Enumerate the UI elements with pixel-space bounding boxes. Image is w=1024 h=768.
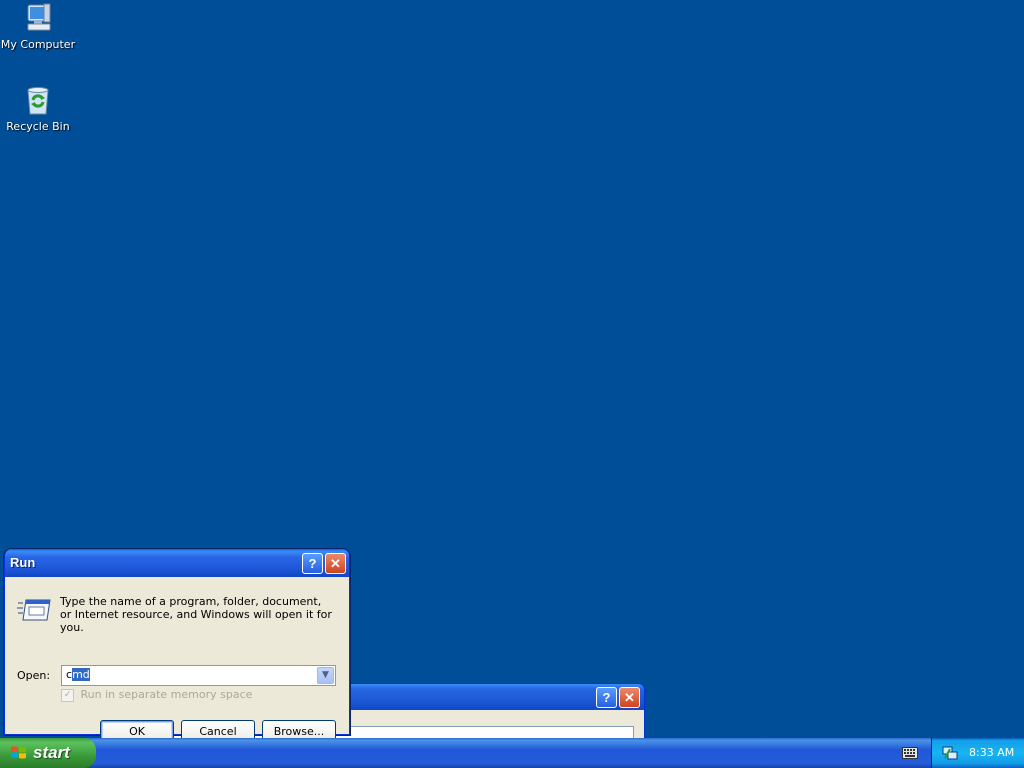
- windows-flag-icon: [10, 745, 27, 761]
- separate-memory-checkbox[interactable]: ✓: [61, 688, 74, 702]
- recycle-bin-icon: [22, 84, 54, 116]
- network-icon[interactable]: [942, 745, 958, 761]
- keyboard-icon[interactable]: [902, 747, 918, 759]
- chevron-down-icon[interactable]: ▼: [317, 667, 334, 684]
- separate-memory-label: Run in separate memory space: [80, 688, 253, 701]
- close-button[interactable]: ✕: [325, 553, 346, 574]
- run-description: Type the name of a program, folder, docu…: [60, 595, 332, 634]
- my-computer-icon: [22, 2, 54, 34]
- clock[interactable]: 8:33 AM: [969, 746, 1014, 759]
- run-program-icon: [17, 597, 51, 623]
- run-dialog-body: Type the name of a program, folder, docu…: [5, 577, 349, 743]
- system-tray: 8:33 AM: [931, 738, 1024, 768]
- selected-text: md: [72, 668, 90, 681]
- taskbar: start 8:33 AM: [0, 738, 1024, 768]
- open-input-value[interactable]: cmd: [66, 668, 90, 681]
- background-window-close-button[interactable]: ✕: [619, 687, 640, 708]
- desktop-icon-my-computer[interactable]: My Computer: [0, 2, 76, 51]
- start-button[interactable]: start: [0, 738, 96, 768]
- run-dialog-title: Run: [10, 555, 36, 570]
- desktop-icon-label: Recycle Bin: [6, 120, 70, 133]
- help-button[interactable]: ?: [302, 553, 323, 574]
- background-window-help-button[interactable]: ?: [596, 687, 617, 708]
- desktop-icon-recycle-bin[interactable]: Recycle Bin: [0, 84, 76, 133]
- open-label: Open:: [17, 669, 51, 682]
- desktop-icon-label: My Computer: [0, 38, 76, 51]
- open-combobox[interactable]: cmd ▼: [61, 665, 336, 686]
- run-dialog-title-bar[interactable]: Run ? ✕: [5, 549, 349, 577]
- separate-memory-checkbox-row: ✓ Run in separate memory space: [61, 688, 252, 702]
- run-dialog[interactable]: Run ? ✕ Type the name of a program, fold…: [4, 549, 350, 743]
- start-label: start: [33, 743, 70, 762]
